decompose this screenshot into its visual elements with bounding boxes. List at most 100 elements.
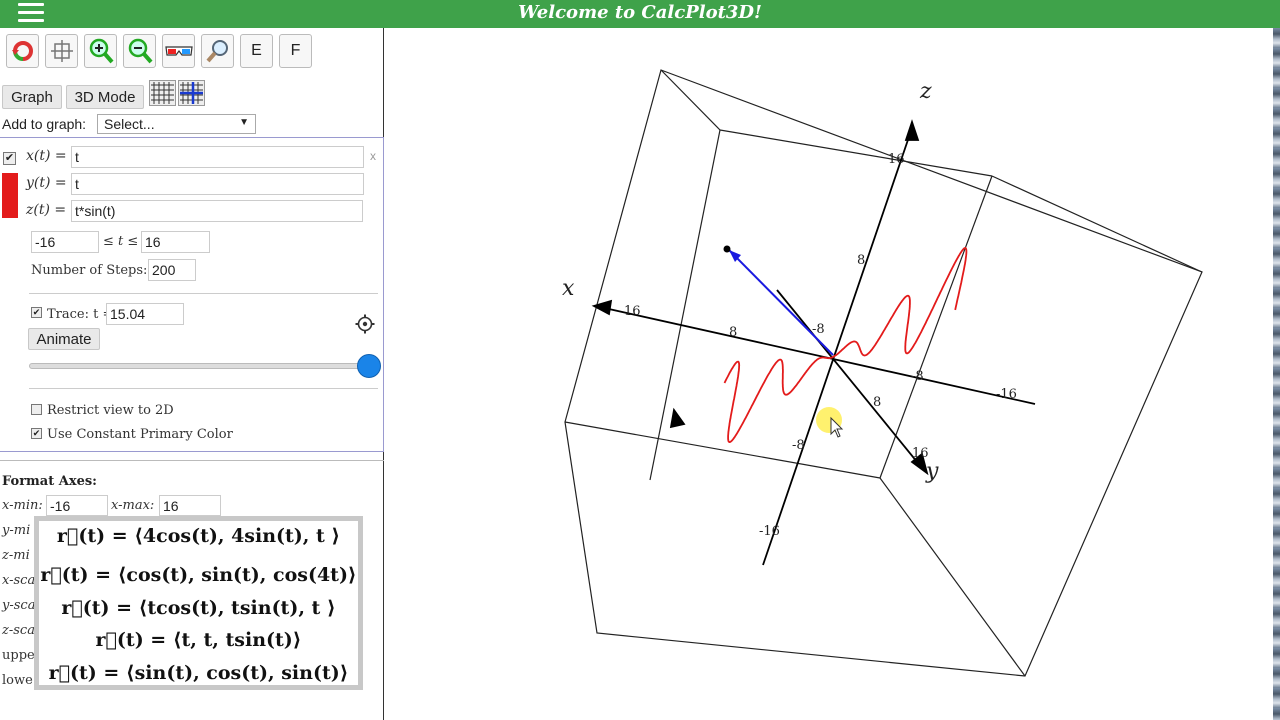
xmax-label: x-max: bbox=[111, 498, 154, 513]
zoom-in-icon bbox=[87, 37, 115, 65]
z-tick-label: 16 bbox=[888, 152, 905, 167]
trace-slider-thumb[interactable] bbox=[357, 354, 381, 378]
grid-toggle-button[interactable] bbox=[149, 80, 176, 106]
constant-color-checkbox[interactable]: ✔ bbox=[31, 428, 42, 439]
x-tick-label: 16 bbox=[624, 304, 641, 319]
y-equation-input[interactable] bbox=[71, 173, 364, 195]
box-edge bbox=[650, 130, 720, 480]
gear-icon bbox=[355, 314, 375, 334]
add-to-graph-selected: Select... bbox=[104, 116, 155, 132]
z-tick-label: -8 bbox=[911, 369, 924, 384]
box-edge bbox=[992, 176, 1202, 272]
overlay-equation: r⃗(t) = ⟨sin(t), cos(t), sin(t)⟩ bbox=[39, 662, 358, 684]
x-axis-arrow bbox=[594, 301, 611, 314]
top-bar: Welcome to CalcPlot3D! bbox=[0, 0, 1280, 28]
trace-checkbox[interactable]: ✔ bbox=[31, 307, 42, 318]
constant-color-label: Use Constant Primary Color bbox=[47, 427, 233, 442]
box-outer-edge bbox=[565, 70, 1202, 676]
calcplot3d-app: Welcome to CalcPlot3D! bbox=[0, 0, 1280, 720]
y-equation-label: y(t) = bbox=[26, 175, 67, 191]
close-icon[interactable]: x bbox=[370, 149, 376, 163]
axis-row-label: y-sca bbox=[2, 598, 35, 613]
steps-input[interactable] bbox=[148, 259, 196, 281]
graph-canvas[interactable]: 168-8-16-8816168-8-16 z x y bbox=[385, 28, 1273, 720]
z-axis-label: z bbox=[919, 79, 932, 104]
restrict-2d-checkbox[interactable] bbox=[31, 404, 42, 415]
y-tick-label: -8 bbox=[792, 438, 805, 453]
equation-overlay: r⃗(t) = ⟨4cos(t), 4sin(t), t ⟩ r⃗(t) = ⟨… bbox=[34, 516, 363, 690]
format-axes-title: Format Axes: bbox=[2, 474, 97, 489]
xmin-label: x-min: bbox=[2, 498, 43, 513]
tick-labels: 168-8-16-8816168-8-16 bbox=[624, 152, 1017, 539]
plot-svg[interactable]: 168-8-16-8816168-8-16 z x y bbox=[385, 28, 1273, 720]
x-equation-input[interactable] bbox=[71, 146, 364, 168]
t-range-label: ≤ t ≤ bbox=[103, 234, 138, 249]
z-tick-label: 8 bbox=[857, 253, 865, 268]
steps-label: Number of Steps: bbox=[31, 263, 147, 278]
window-edge-strip bbox=[1273, 28, 1280, 720]
trace-slider-track[interactable] bbox=[29, 363, 379, 369]
z-axis bbox=[763, 128, 912, 565]
curve-color-swatch[interactable] bbox=[2, 173, 18, 218]
box-edge bbox=[720, 130, 992, 176]
f-button[interactable]: F bbox=[279, 34, 312, 68]
curve-visible-checkbox[interactable]: ✔ bbox=[3, 152, 16, 165]
y-tick-label: -16 bbox=[759, 524, 780, 539]
overlay-equation: r⃗(t) = ⟨cos(t), sin(t), cos(4t)⟩ bbox=[39, 564, 358, 586]
pan-button[interactable] bbox=[45, 34, 78, 68]
box-edge bbox=[880, 176, 992, 478]
animate-button[interactable]: Animate bbox=[28, 328, 100, 350]
settings-gear-button[interactable] bbox=[355, 314, 375, 334]
chevron-down-icon: ▼ bbox=[239, 117, 249, 128]
axis-row-label: x-sca bbox=[2, 573, 35, 588]
grid-axes-icon bbox=[179, 81, 204, 105]
axes bbox=[594, 122, 1035, 565]
z-axis-arrow bbox=[906, 122, 918, 140]
zoom-out-icon bbox=[126, 37, 154, 65]
x-axis-label: x bbox=[562, 276, 575, 301]
xmax-input[interactable] bbox=[159, 495, 221, 516]
divider bbox=[29, 388, 378, 389]
grid-axes-toggle-button[interactable] bbox=[178, 80, 205, 106]
bounding-box bbox=[565, 70, 1202, 676]
add-to-graph-select[interactable]: Select... ▼ bbox=[97, 114, 256, 134]
magnifier-icon bbox=[205, 38, 231, 64]
z-equation-input[interactable] bbox=[71, 200, 363, 222]
z-equation-label: z(t) = bbox=[26, 202, 66, 218]
box-edge bbox=[880, 478, 1025, 676]
z-tick-label: -16 bbox=[996, 387, 1017, 402]
axis-row-label: z-sca bbox=[2, 623, 35, 638]
overlay-equation: r⃗(t) = ⟨t, t, tsin(t)⟩ bbox=[39, 629, 358, 651]
magnifier-button[interactable] bbox=[201, 34, 234, 68]
trace-label: Trace: t = bbox=[47, 307, 113, 322]
y-tick-label: 8 bbox=[873, 395, 881, 410]
axis-row-label: y-mi bbox=[2, 523, 30, 538]
t-max-input[interactable] bbox=[141, 231, 210, 253]
grid-icon bbox=[150, 81, 175, 105]
y-axis-label: y bbox=[925, 459, 939, 484]
zoom-in-button[interactable] bbox=[84, 34, 117, 68]
overlay-equation: r⃗(t) = ⟨tcos(t), tsin(t), t ⟩ bbox=[39, 597, 358, 619]
app-title: Welcome to CalcPlot3D! bbox=[0, 2, 1280, 23]
3d-glasses-button[interactable] bbox=[162, 34, 195, 68]
trace-value-input[interactable] bbox=[106, 303, 184, 325]
e-button[interactable]: E bbox=[240, 34, 273, 68]
axis-row-label: lowe bbox=[2, 673, 33, 688]
divider bbox=[0, 460, 384, 461]
axis-row-label: z-mi bbox=[2, 548, 30, 563]
x-tick-label: 8 bbox=[729, 325, 737, 340]
direction-arrow bbox=[671, 410, 684, 427]
reset-rotate-icon bbox=[10, 38, 36, 64]
x-equation-label: x(t) = bbox=[26, 148, 67, 164]
t-min-input[interactable] bbox=[31, 231, 99, 253]
zoom-out-button[interactable] bbox=[123, 34, 156, 68]
parametric-curve-panel: ✔ x(t) = x y(t) = z(t) = ≤ t ≤ Number of… bbox=[0, 137, 384, 452]
graph-button[interactable]: Graph bbox=[2, 85, 62, 109]
reset-rotate-button[interactable] bbox=[6, 34, 39, 68]
xmin-input[interactable] bbox=[46, 495, 108, 516]
pan-icon bbox=[49, 38, 75, 64]
parametric-curve bbox=[725, 248, 967, 442]
trace-point bbox=[724, 246, 731, 253]
3d-mode-button[interactable]: 3D Mode bbox=[66, 85, 144, 109]
box-edge bbox=[661, 70, 720, 130]
